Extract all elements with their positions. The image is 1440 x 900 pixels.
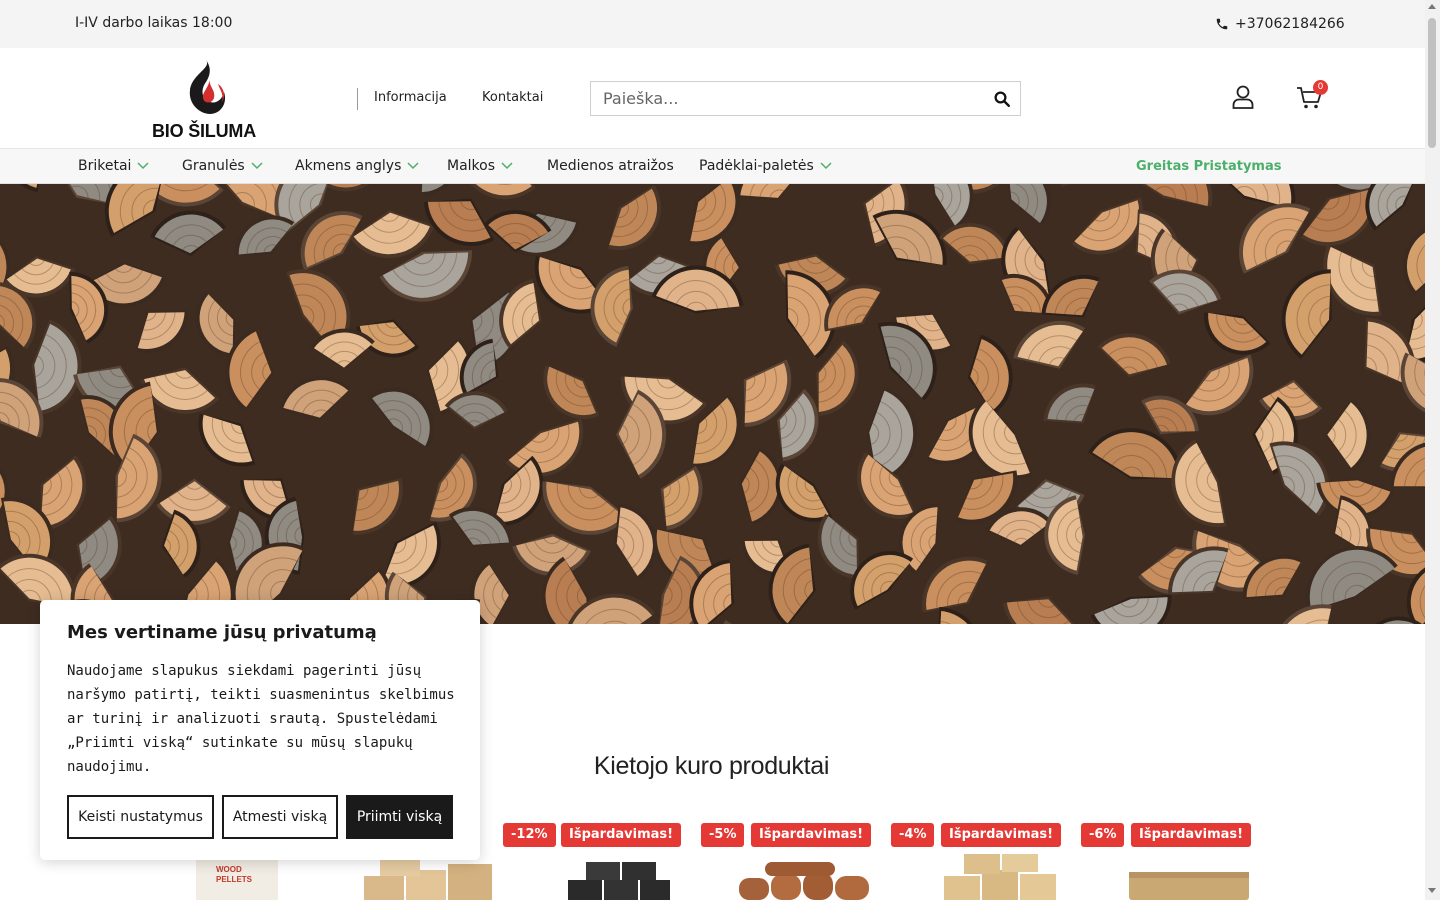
category-briketai[interactable]: Briketai [78,158,149,174]
discount-badge: -4% [891,823,935,847]
category-label: Granulės [182,158,245,174]
phone-icon [1216,18,1228,30]
category-label: Briketai [78,158,132,174]
category-nav: Briketai Granulės Akmens anglys Malkos M… [0,149,1425,184]
chevron-down-icon [251,162,263,170]
category-label: Akmens anglys [295,158,402,174]
scroll-up-arrow-icon[interactable] [1428,4,1436,9]
category-padeklai-paletes[interactable]: Padėklai-paletės [699,158,832,174]
category-malkos[interactable]: Malkos [447,158,513,174]
discount-badge: -6% [1081,823,1125,847]
sale-badge: Išpardavimas! [751,823,872,847]
nav-informacija[interactable]: Informacija [374,90,447,105]
nav-divider [357,88,358,110]
product-image-briquettes[interactable] [362,856,497,900]
working-hours: I-IV darbo laikas 18:00 [75,15,233,31]
category-granules[interactable]: Granulės [182,158,263,174]
logo-text: BIO ŠILUMA [152,121,256,141]
chevron-down-icon [407,162,419,170]
search-box [590,81,1021,116]
category-label: Malkos [447,158,496,174]
sale-badge: Išpardavimas! [561,823,682,847]
cookie-consent-dialog: Mes vertiname jūsų privatumą Naudojame s… [40,600,480,860]
product-image-ruf-briquettes[interactable] [940,854,1065,900]
flame-logo-icon [189,60,226,114]
category-label: Padėklai-paletės [699,158,814,174]
discount-badge: -12% [503,823,556,847]
category-label: Medienos atraižos [547,158,674,174]
search-icon[interactable] [993,90,1011,108]
top-info-bar: I-IV darbo laikas 18:00 +37062184266 [0,0,1425,48]
product-image-round-briquettes[interactable] [735,860,880,900]
chevron-down-icon [501,162,513,170]
user-account-icon[interactable] [1232,85,1254,109]
cookie-title: Mes vertiname jūsų privatumą [67,622,377,643]
scrollbar-thumb[interactable] [1428,18,1436,148]
product-image-wood-pellets[interactable]: WOOD PELLETS [190,858,285,900]
cart-count-badge: 0 [1313,80,1328,95]
page-scrollbar[interactable] [1425,0,1440,900]
customize-cookies-button[interactable]: Keisti nustatymus [67,795,214,839]
firewood-illustration [0,184,1425,624]
sale-badge: Išpardavimas! [941,823,1062,847]
sale-badge: Išpardavimas! [1131,823,1252,847]
svg-text:WOOD: WOOD [216,865,242,874]
logo[interactable]: BIO ŠILUMA [152,58,262,142]
category-medienos-atraizos[interactable]: Medienos atraižos [547,158,674,174]
scroll-down-arrow-icon[interactable] [1428,888,1436,893]
reject-all-button[interactable]: Atmesti viską [222,795,338,839]
discount-badge: -5% [701,823,745,847]
nav-kontaktai[interactable]: Kontaktai [482,90,543,105]
site-header: BIO ŠILUMA Informacija Kontaktai 0 [0,48,1425,149]
search-input[interactable] [591,82,981,115]
cookie-text: Naudojame slapukus siekdami pagerinti jū… [67,663,455,775]
express-delivery-link[interactable]: Greitas Pristatymas [1136,159,1281,174]
product-image-ruf-block[interactable] [1125,866,1255,900]
svg-text:PELLETS: PELLETS [216,875,253,884]
accept-all-button[interactable]: Priimti viską [346,795,453,839]
section-title-text: Kietojo kuro produktai [593,752,830,780]
phone-number: +37062184266 [1235,16,1345,32]
hero-firewood-image [0,184,1425,624]
chevron-down-icon [820,162,832,170]
phone-link[interactable]: +37062184266 [1215,16,1345,32]
chevron-down-icon [137,162,149,170]
product-image-black-briquettes[interactable] [560,860,675,900]
category-akmens-anglys[interactable]: Akmens anglys [295,158,419,174]
